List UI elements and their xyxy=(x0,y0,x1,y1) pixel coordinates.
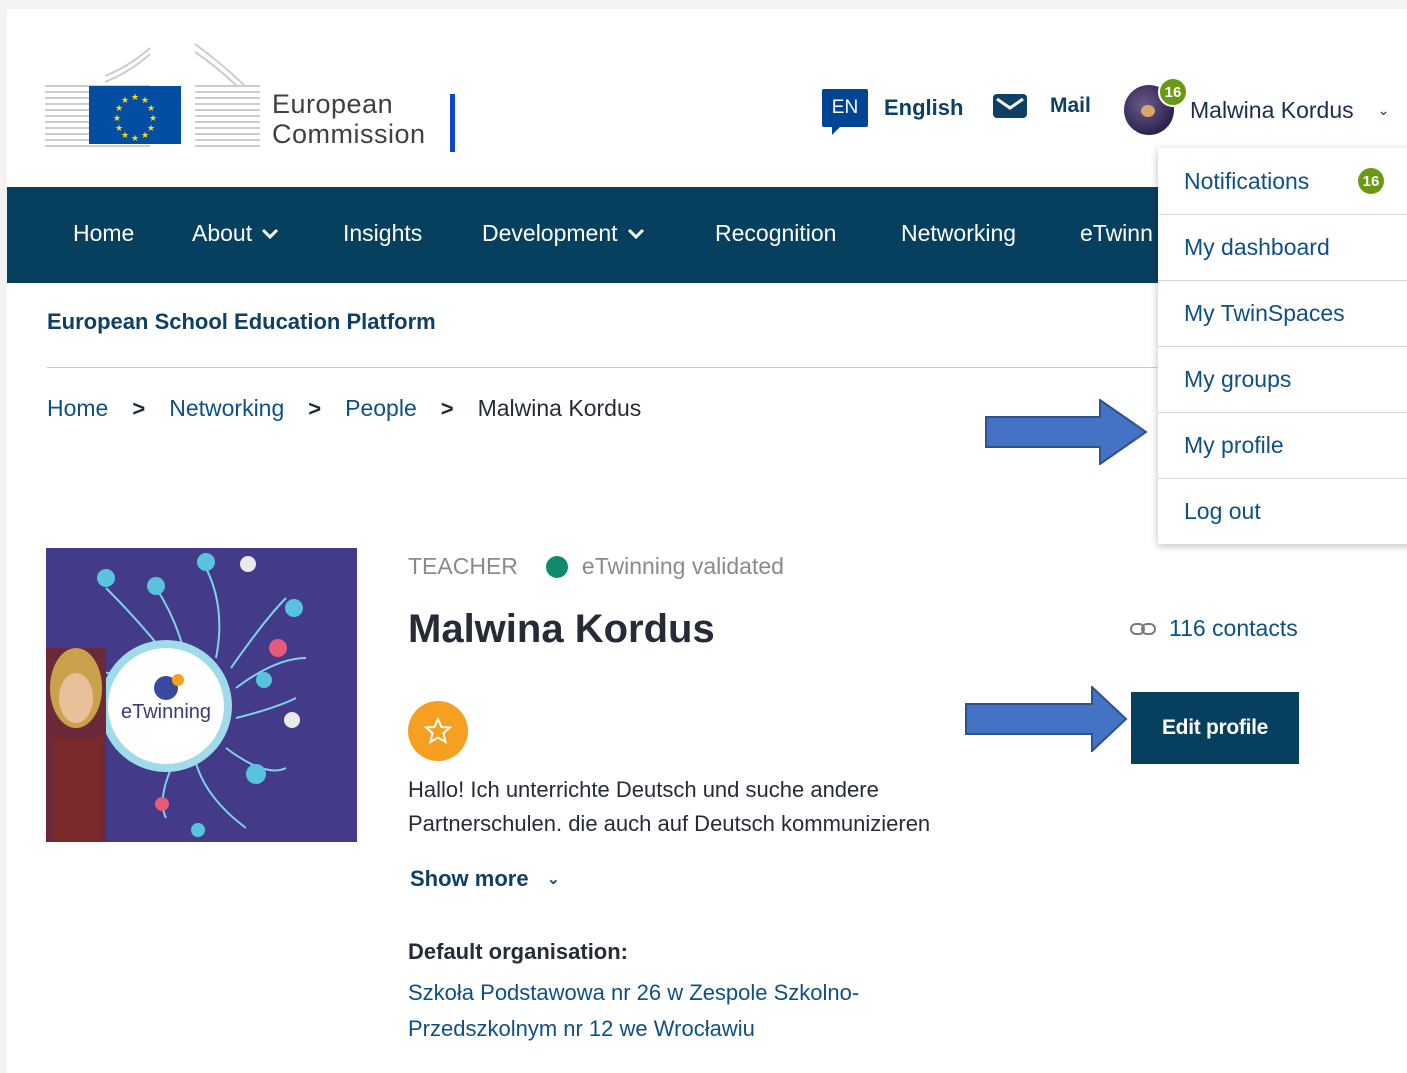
profile-photo: eTwinning xyxy=(46,548,357,842)
nav-item-home[interactable]: Home xyxy=(73,220,134,247)
avatar-face xyxy=(1141,105,1155,117)
svg-text:eTwinning: eTwinning xyxy=(121,701,211,723)
nav-item-about[interactable]: About xyxy=(192,220,279,247)
organisation-label: Default organisation: xyxy=(408,939,629,964)
menu-item-label: My profile xyxy=(1184,431,1284,458)
svg-text:★: ★ xyxy=(113,114,121,124)
chevron-down-icon xyxy=(627,228,644,239)
divider xyxy=(47,367,1157,368)
svg-text:★: ★ xyxy=(147,104,155,114)
user-menu-toggle[interactable]: 16 Malwina Kordus ⌄ xyxy=(1124,77,1390,135)
user-dropdown-menu: Notifications 16 My dashboard My TwinSpa… xyxy=(1158,148,1407,544)
svg-text:★: ★ xyxy=(131,93,139,103)
show-more-button[interactable]: Show more ⌄ xyxy=(410,866,560,892)
breadcrumb: Home > Networking > People > Malwina Kor… xyxy=(47,395,641,422)
menu-item-label: Log out xyxy=(1184,497,1261,524)
profile-bio: Hallo! Ich unterrichte Deutsch und suche… xyxy=(408,777,931,831)
menu-item-notifications[interactable]: Notifications 16 xyxy=(1158,148,1407,215)
european-commission-logo[interactable]: ★ ★ ★ ★ ★ ★ ★ ★ ★ ★ ★ ★ European Commission xyxy=(45,42,465,152)
svg-text:★: ★ xyxy=(149,114,157,124)
nav-item-recognition[interactable]: Recognition xyxy=(715,220,836,247)
notification-count-badge: 16 xyxy=(1158,77,1188,107)
nav-item-insights[interactable]: Insights xyxy=(343,220,422,247)
menu-item-label: My groups xyxy=(1184,365,1292,392)
chevron-right-icon: > xyxy=(440,395,454,421)
edit-profile-button[interactable]: Edit profile xyxy=(1131,692,1299,764)
menu-item-label: Notifications xyxy=(1184,167,1310,194)
profile-name: Malwina Kordus xyxy=(408,607,715,651)
show-more-label: Show more xyxy=(410,866,529,891)
nav-item-etwinning[interactable]: eTwinn xyxy=(1080,220,1153,247)
chevron-right-icon: > xyxy=(308,395,322,421)
user-name: Malwina Kordus xyxy=(1190,96,1354,123)
status-dot-icon xyxy=(545,555,568,578)
breadcrumb-networking[interactable]: Networking xyxy=(169,395,284,422)
chevron-down-icon: ⌄ xyxy=(546,871,560,888)
mail-link[interactable]: Mail xyxy=(992,93,1091,119)
language-selector[interactable]: EN English xyxy=(822,89,964,135)
nav-item-networking[interactable]: Networking xyxy=(901,220,1016,247)
menu-item-logout[interactable]: Log out xyxy=(1158,478,1407,544)
arrow-right-icon xyxy=(985,399,1148,465)
mail-label: Mail xyxy=(1050,94,1091,117)
logo-text: European Commission xyxy=(272,89,426,149)
svg-text:★: ★ xyxy=(115,124,123,134)
menu-item-dashboard[interactable]: My dashboard xyxy=(1158,214,1407,281)
language-name: English xyxy=(884,95,964,120)
mail-icon xyxy=(993,94,1027,118)
role-label: TEACHER xyxy=(408,553,518,579)
language-code-badge: EN xyxy=(822,89,868,135)
validation-status: eTwinning validated xyxy=(581,553,784,579)
svg-text:★: ★ xyxy=(131,134,139,144)
contacts-count: 116 contacts xyxy=(1169,615,1298,641)
star-badge-icon xyxy=(408,701,468,761)
arrow-right-icon xyxy=(965,686,1128,752)
page: ★ ★ ★ ★ ★ ★ ★ ★ ★ ★ ★ ★ European Commission EN E… xyxy=(7,9,1407,1073)
menu-item-groups[interactable]: My groups xyxy=(1158,346,1407,413)
ec-logo-icon: ★ ★★ ★★★ ★★★ ★★★ xyxy=(45,43,260,147)
chevron-down-icon xyxy=(262,228,279,239)
notification-count-badge: 16 xyxy=(1358,168,1384,194)
link-icon xyxy=(1130,622,1156,635)
breadcrumb-current: Malwina Kordus xyxy=(477,395,642,421)
etwinning-poster-image: eTwinning xyxy=(46,548,357,842)
organisation-link[interactable]: Szkoła Podstawowa nr 26 w Zespole Szkoln… xyxy=(408,975,1008,1047)
menu-item-label: My dashboard xyxy=(1184,233,1330,260)
menu-item-profile[interactable]: My profile xyxy=(1158,412,1407,479)
menu-item-twinspaces[interactable]: My TwinSpaces xyxy=(1158,280,1407,347)
chevron-right-icon: > xyxy=(132,395,146,421)
menu-item-label: My TwinSpaces xyxy=(1184,299,1345,326)
nav-item-development[interactable]: Development xyxy=(482,220,645,247)
site-name[interactable]: European School Education Platform xyxy=(47,309,436,335)
chevron-down-icon: ⌄ xyxy=(1377,101,1390,118)
breadcrumb-home[interactable]: Home xyxy=(47,395,108,422)
svg-text:★: ★ xyxy=(121,96,129,106)
avatar: 16 xyxy=(1124,77,1188,135)
contacts-link[interactable]: 116 contacts xyxy=(1129,615,1298,642)
breadcrumb-people[interactable]: People xyxy=(345,395,417,422)
profile-role: TEACHER eTwinning validated xyxy=(408,553,784,580)
logo-divider xyxy=(450,94,455,152)
svg-text:★: ★ xyxy=(141,131,149,141)
